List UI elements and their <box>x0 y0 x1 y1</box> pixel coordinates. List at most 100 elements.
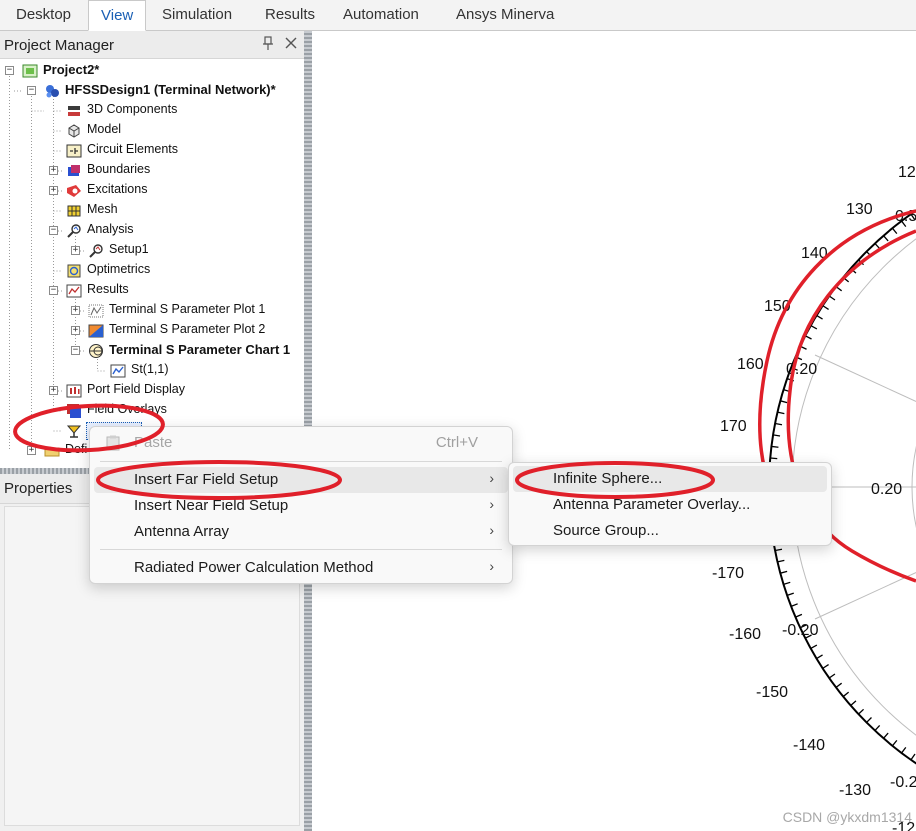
results-icon <box>66 284 82 298</box>
collapse-icon[interactable]: − <box>49 226 58 235</box>
far-field-submenu: Infinite Sphere... Antenna Parameter Ove… <box>508 462 832 546</box>
angle-tick <box>816 654 823 660</box>
menu-item-antenna-array[interactable]: Antenna Array › <box>94 519 508 545</box>
project-icon <box>22 64 38 78</box>
angle-tick <box>883 732 889 739</box>
circuit-elements-icon <box>66 144 82 158</box>
tab-desktop[interactable]: Desktop <box>4 0 83 31</box>
tree-node-s-param-plot-2[interactable]: + Terminal S Parameter Plot 2 <box>0 321 306 341</box>
tree-label-definitions: Defi <box>65 442 88 456</box>
expand-icon[interactable]: + <box>49 186 58 195</box>
menu-item-radiated-power-method[interactable]: Radiated Power Calculation Method › <box>94 555 508 581</box>
angle-tick <box>774 422 783 426</box>
angle-label: -130 <box>839 782 871 799</box>
tree-node-optimetrics[interactable]: Optimetrics <box>0 261 306 281</box>
angle-tick <box>804 335 812 340</box>
tree-node-field-overlays[interactable]: Field Overlays <box>0 401 306 421</box>
angle-tick <box>771 445 779 448</box>
tab-ansys-minerva[interactable]: Ansys Minerva <box>444 0 566 31</box>
analysis-icon <box>67 224 81 238</box>
angle-tick <box>822 664 829 669</box>
angle-tick <box>910 753 916 761</box>
hfss-design-icon <box>46 85 59 98</box>
tree-node-analysis[interactable]: − Analysis <box>0 221 306 241</box>
app-window: Desktop View Simulation Results Automati… <box>0 0 916 831</box>
tree-node-setup1[interactable]: + Setup1 <box>0 241 306 261</box>
tree-node-s-param-plot-1[interactable]: + Terminal S Parameter Plot 1 <box>0 301 306 321</box>
trace-icon <box>110 364 126 378</box>
tree-node-excitations[interactable]: + Excitations <box>0 181 306 201</box>
tree-node-hfss-design[interactable]: − HFSSDesign1 (Terminal Network)* <box>0 81 306 101</box>
angle-label: -170 <box>712 565 744 582</box>
collapse-icon[interactable]: − <box>71 346 80 355</box>
tree-node-circuit-elements[interactable]: Circuit Elements <box>0 141 306 161</box>
angle-tick <box>883 235 889 242</box>
tree-label-results: Results <box>87 282 129 296</box>
angle-tick <box>901 746 907 754</box>
submenu-item-antenna-parameter-overlay[interactable]: Antenna Parameter Overlay... <box>513 492 827 518</box>
folder-icon <box>44 446 60 457</box>
tab-view[interactable]: View <box>88 0 147 31</box>
tree-label-s-param-plot-1: Terminal S Parameter Plot 1 <box>109 302 266 316</box>
3d-components-icon <box>68 106 80 116</box>
tree-node-model[interactable]: Model <box>0 121 306 141</box>
angle-tick <box>858 708 865 715</box>
tree-node-3d-components[interactable]: 3D Components <box>0 101 306 121</box>
angle-tick <box>891 227 898 235</box>
tab-results[interactable]: Results <box>253 0 327 31</box>
port-field-icon <box>66 384 82 398</box>
tree-node-st11[interactable]: St(1,1) <box>0 361 306 381</box>
tree-node-s-param-chart-1[interactable]: − Terminal S Parameter Chart 1 <box>0 341 306 361</box>
angle-tick <box>828 673 836 679</box>
angle-tick <box>770 457 778 460</box>
tree-node-results[interactable]: − Results <box>0 281 306 301</box>
tree-node-mesh[interactable]: Mesh <box>0 201 306 221</box>
paste-icon <box>106 435 120 451</box>
tree-label-excitations: Excitations <box>87 182 148 196</box>
angle-tick <box>772 434 781 437</box>
tree-node-boundaries[interactable]: + Boundaries <box>0 161 306 181</box>
chevron-right-icon: › <box>489 558 494 574</box>
menu-item-insert-near-field-setup[interactable]: Insert Near Field Setup › <box>94 493 508 519</box>
angle-tick <box>850 700 857 706</box>
tree-label-field-overlays: Field Overlays <box>87 402 167 416</box>
tree-node-project[interactable]: − Project2* <box>0 61 306 81</box>
expand-icon[interactable]: + <box>49 166 58 175</box>
angle-tick <box>874 243 881 250</box>
collapse-icon[interactable]: − <box>5 66 14 75</box>
expand-icon[interactable]: + <box>71 246 80 255</box>
expand-icon[interactable]: + <box>49 386 58 395</box>
tree-node-port-field-display[interactable]: + Port Field Display <box>0 381 306 401</box>
angle-tick <box>783 581 791 585</box>
angle-label: 170 <box>720 418 747 435</box>
angle-tick <box>774 548 783 552</box>
menu-item-insert-far-field-setup[interactable]: Insert Far Field Setup › <box>94 467 508 493</box>
expand-icon[interactable]: + <box>27 446 36 455</box>
angle-tick <box>810 324 818 330</box>
tree-label-boundaries: Boundaries <box>87 162 151 176</box>
collapse-icon[interactable]: − <box>49 286 58 295</box>
collapse-icon[interactable]: − <box>27 86 36 95</box>
submenu-item-infinite-sphere[interactable]: Infinite Sphere... <box>513 466 827 492</box>
rect-plot-icon <box>88 304 104 318</box>
project-manager-panel: Project Manager − Project2* − HFSSDesign… <box>0 31 306 468</box>
expand-icon[interactable]: + <box>71 326 80 335</box>
tab-automation[interactable]: Automation <box>331 0 431 31</box>
tree-label-st11: St(1,1) <box>131 362 169 376</box>
expand-icon[interactable]: + <box>71 306 80 315</box>
angle-tick <box>810 644 818 650</box>
tab-simulation[interactable]: Simulation <box>150 0 244 31</box>
tree-label-s-param-plot-2: Terminal S Parameter Plot 2 <box>109 322 266 336</box>
shortcut-text: Ctrl+V <box>435 434 478 451</box>
angle-label: -140 <box>793 737 825 754</box>
watermark: CSDN @ykxdm1314 <box>782 809 912 825</box>
radiation-icon <box>66 425 82 438</box>
tree-label-setup1: Setup1 <box>109 242 149 256</box>
angle-label: -160 <box>729 626 761 643</box>
angle-tick <box>891 739 898 747</box>
submenu-item-source-group[interactable]: Source Group... <box>513 518 827 544</box>
menu-item-paste[interactable]: Paste Ctrl+V <box>94 430 508 456</box>
angle-label: -150 <box>756 684 788 701</box>
angle-label: 160 <box>737 356 764 373</box>
angle-tick <box>777 559 785 563</box>
